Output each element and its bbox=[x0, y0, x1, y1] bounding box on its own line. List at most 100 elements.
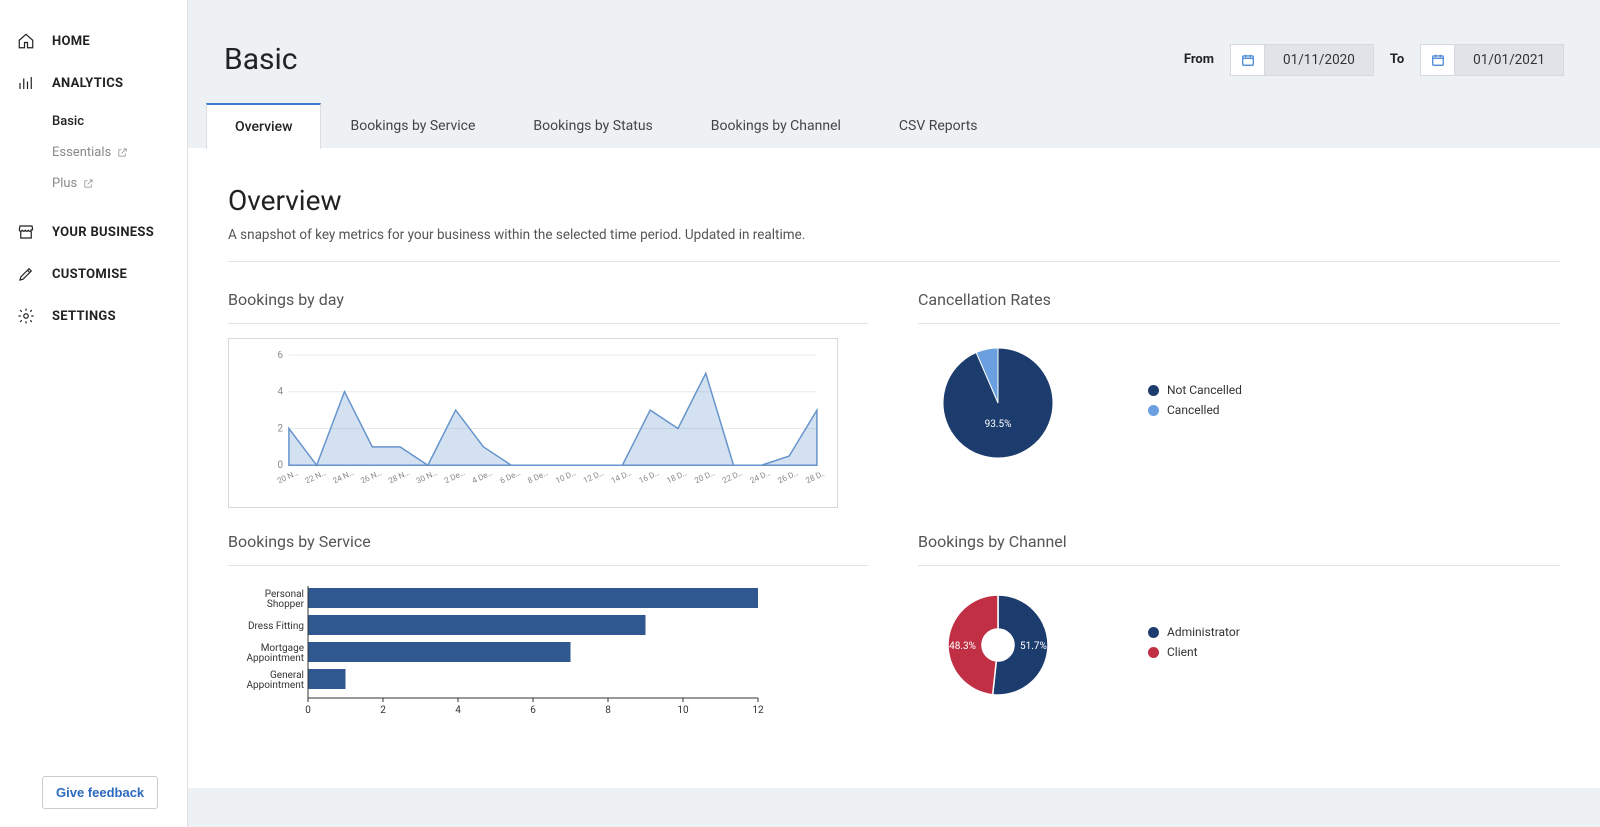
date-range: From 01/11/2020 To 01/01/2021 bbox=[1184, 44, 1564, 76]
svg-text:24 N…: 24 N… bbox=[331, 468, 355, 483]
svg-text:26 N…: 26 N… bbox=[359, 468, 383, 483]
sidebar-item-label: HOME bbox=[52, 34, 90, 49]
svg-text:Dress Fitting: Dress Fitting bbox=[248, 621, 304, 632]
tabs: Overview Bookings by Service Bookings by… bbox=[188, 102, 1600, 148]
overview-desc: A snapshot of key metrics for your busin… bbox=[228, 227, 1560, 243]
to-label: To bbox=[1390, 52, 1404, 67]
svg-text:10: 10 bbox=[677, 705, 689, 716]
svg-text:93.5%: 93.5% bbox=[985, 419, 1012, 430]
page-title: Basic bbox=[224, 42, 1184, 77]
tab-bookings-channel[interactable]: Bookings by Channel bbox=[682, 103, 870, 149]
sidebar-item-your-business[interactable]: YOUR BUSINESS bbox=[0, 211, 187, 253]
svg-text:22 N…: 22 N… bbox=[304, 468, 328, 483]
main: Basic From 01/11/2020 To 01/01/2021 bbox=[188, 0, 1600, 827]
subitem-essentials[interactable]: Essentials bbox=[52, 137, 187, 168]
svg-text:Appointment: Appointment bbox=[246, 680, 304, 691]
line-chart-svg: 024620 N…22 N…24 N…26 N…28 N…30 N…2 De…4… bbox=[269, 351, 825, 483]
svg-text:22 D…: 22 D… bbox=[721, 468, 744, 483]
sidebar-item-home[interactable]: HOME bbox=[0, 20, 187, 62]
legend-swatch bbox=[1148, 647, 1159, 658]
svg-text:30 N…: 30 N… bbox=[415, 468, 439, 483]
chart-cancellation-rates: Cancellation Rates 93.5% Not Cancelled C… bbox=[918, 290, 1560, 508]
svg-text:6: 6 bbox=[530, 705, 536, 716]
external-link-icon bbox=[83, 178, 94, 189]
pie-legend: Not Cancelled Cancelled bbox=[1148, 383, 1242, 423]
pencil-icon bbox=[15, 265, 37, 283]
store-icon bbox=[15, 223, 37, 241]
tab-csv-reports[interactable]: CSV Reports bbox=[870, 103, 1007, 149]
from-label: From bbox=[1184, 52, 1214, 67]
subitem-plus[interactable]: Plus bbox=[52, 168, 187, 199]
from-date-value: 01/11/2020 bbox=[1265, 52, 1373, 68]
sidebar-item-analytics[interactable]: ANALYTICS bbox=[0, 62, 187, 104]
divider bbox=[228, 261, 1560, 262]
svg-text:4: 4 bbox=[455, 705, 461, 716]
external-link-icon bbox=[117, 147, 128, 158]
tab-bookings-status[interactable]: Bookings by Status bbox=[504, 103, 681, 149]
to-date-input[interactable]: 01/01/2021 bbox=[1420, 44, 1564, 76]
pie-chart-svg: 93.5% bbox=[918, 338, 1078, 468]
analytics-subitems: Basic Essentials Plus bbox=[52, 106, 187, 199]
svg-text:12: 12 bbox=[752, 705, 764, 716]
svg-text:0: 0 bbox=[305, 705, 311, 716]
from-date-input[interactable]: 01/11/2020 bbox=[1230, 44, 1374, 76]
sidebar-item-label: ANALYTICS bbox=[52, 76, 123, 91]
chart-bookings-by-service: Bookings by Service PersonalShopperDress… bbox=[228, 532, 868, 734]
sidebar-item-settings[interactable]: SETTINGS bbox=[0, 295, 187, 337]
svg-text:28 N…: 28 N… bbox=[387, 468, 411, 483]
tab-overview[interactable]: Overview bbox=[206, 103, 321, 149]
svg-text:4: 4 bbox=[277, 387, 283, 398]
legend-swatch bbox=[1148, 627, 1159, 638]
svg-text:6: 6 bbox=[277, 351, 283, 361]
svg-text:48.3%: 48.3% bbox=[949, 641, 976, 652]
svg-text:2: 2 bbox=[277, 423, 283, 434]
legend-item: Cancelled bbox=[1148, 403, 1242, 417]
svg-text:2: 2 bbox=[380, 705, 386, 716]
svg-text:2 De…: 2 De… bbox=[443, 468, 466, 483]
tab-bookings-service[interactable]: Bookings by Service bbox=[321, 103, 504, 149]
legend-swatch bbox=[1148, 405, 1159, 416]
bar-chart-svg: PersonalShopperDress FittingMortgageAppo… bbox=[228, 580, 788, 730]
donut-chart-svg: 51.7% 48.3% bbox=[918, 580, 1078, 710]
sidebar-item-label: SETTINGS bbox=[52, 309, 116, 324]
donut-legend: Administrator Client bbox=[1148, 625, 1240, 665]
svg-text:10 D…: 10 D… bbox=[554, 468, 577, 483]
content-panel: Overview A snapshot of key metrics for y… bbox=[188, 148, 1600, 788]
chart-bookings-by-channel: Bookings by Channel 51.7%48.3% Administr… bbox=[918, 532, 1560, 734]
sidebar-item-label: CUSTOMISE bbox=[52, 267, 127, 282]
svg-text:26 D…: 26 D… bbox=[776, 468, 799, 483]
svg-text:6 De…: 6 De… bbox=[499, 468, 522, 483]
sidebar-item-customise[interactable]: CUSTOMISE bbox=[0, 253, 187, 295]
legend-item: Client bbox=[1148, 645, 1240, 659]
svg-text:51.7%: 51.7% bbox=[1020, 641, 1047, 652]
svg-text:Shopper: Shopper bbox=[267, 599, 305, 610]
svg-text:0: 0 bbox=[277, 460, 283, 471]
gear-icon bbox=[15, 307, 37, 325]
svg-text:14 D…: 14 D… bbox=[610, 468, 633, 483]
svg-text:8 De…: 8 De… bbox=[526, 468, 549, 483]
svg-text:4 De…: 4 De… bbox=[471, 468, 494, 483]
svg-text:16 D…: 16 D… bbox=[638, 468, 661, 483]
sidebar-item-label: YOUR BUSINESS bbox=[52, 225, 154, 240]
analytics-icon bbox=[15, 74, 37, 92]
svg-text:8: 8 bbox=[605, 705, 611, 716]
header: Basic From 01/11/2020 To 01/01/2021 bbox=[188, 0, 1600, 102]
to-date-value: 01/01/2021 bbox=[1455, 52, 1563, 68]
svg-text:18 D…: 18 D… bbox=[665, 468, 688, 483]
sidebar: HOME ANALYTICS Basic Essentials Plus bbox=[0, 0, 188, 827]
svg-text:Appointment: Appointment bbox=[246, 653, 304, 664]
svg-text:28 D…: 28 D… bbox=[804, 468, 825, 483]
calendar-icon bbox=[1421, 45, 1455, 75]
feedback-button[interactable]: Give feedback bbox=[42, 776, 158, 809]
overview-title: Overview bbox=[228, 184, 1560, 217]
svg-text:20 D…: 20 D… bbox=[693, 468, 716, 483]
subitem-basic[interactable]: Basic bbox=[52, 106, 187, 137]
svg-text:24 D…: 24 D… bbox=[749, 468, 772, 483]
home-icon bbox=[15, 32, 37, 50]
calendar-icon bbox=[1231, 45, 1265, 75]
legend-swatch bbox=[1148, 385, 1159, 396]
svg-text:12 D…: 12 D… bbox=[582, 468, 605, 483]
legend-item: Administrator bbox=[1148, 625, 1240, 639]
chart-bookings-by-day: Bookings by day 024620 N…22 N…24 N…26 N…… bbox=[228, 290, 868, 508]
legend-item: Not Cancelled bbox=[1148, 383, 1242, 397]
